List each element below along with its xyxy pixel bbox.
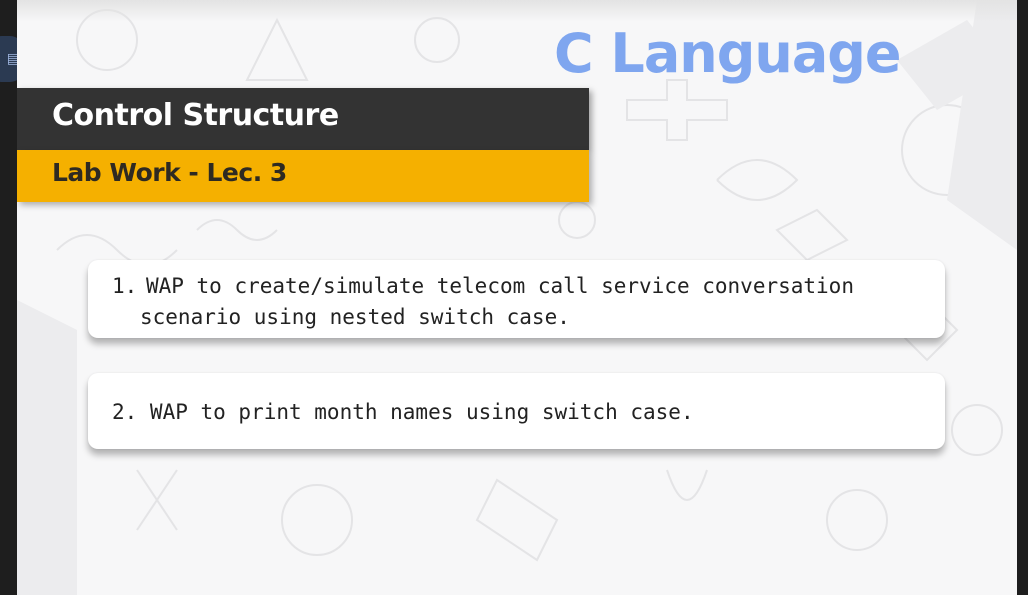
- slide-heading: C Language: [554, 22, 902, 85]
- subtitle: Lab Work - Lec. 3: [52, 158, 287, 187]
- task-1-line1: WAP to create/simulate telecom call serv…: [145, 274, 854, 298]
- task-card-1: 1. WAP to create/simulate telecom call s…: [88, 260, 945, 338]
- section-title: Control Structure: [52, 98, 339, 133]
- top-shadow: [17, 0, 1017, 22]
- presentation-slide: C Language Control Structure Lab Work - …: [17, 0, 1017, 595]
- section-title-band: Control Structure: [17, 88, 589, 150]
- subtitle-band: Lab Work - Lec. 3: [17, 150, 589, 202]
- left-window-edge: [0, 0, 17, 595]
- task-1-row: 1. WAP to create/simulate telecom call s…: [112, 271, 945, 302]
- task-1-line2: scenario using nested switch case.: [140, 305, 570, 329]
- task-1-number: 1.: [112, 274, 138, 298]
- task-2-text: 2. WAP to print month names using switch…: [112, 400, 694, 424]
- right-window-edge: [1017, 0, 1028, 595]
- task-card-2: 2. WAP to print month names using switch…: [88, 373, 945, 449]
